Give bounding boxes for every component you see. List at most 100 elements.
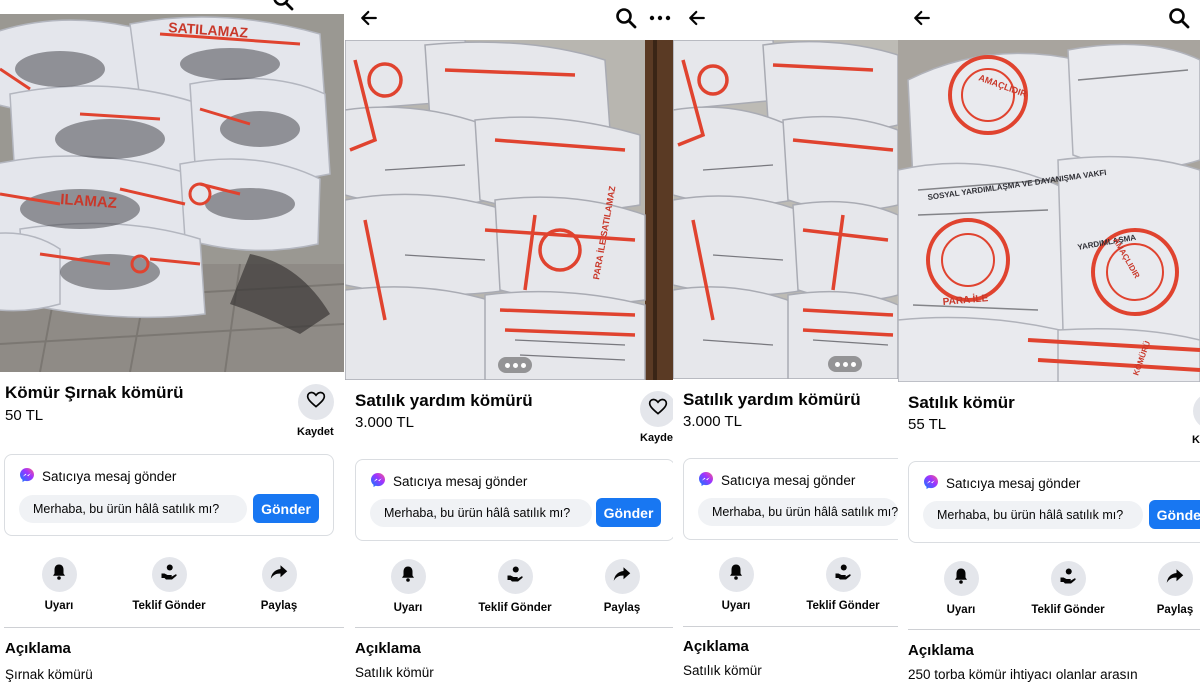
messenger-icon [370, 472, 386, 491]
action-label: Teklif Gönder [1031, 604, 1105, 616]
share-arrow-icon [613, 565, 631, 588]
divider [4, 627, 344, 628]
share-action[interactable]: Paylaş [1120, 561, 1200, 616]
arrow-left-icon[interactable] [358, 7, 380, 29]
description-heading: Açıklama [683, 638, 749, 655]
divider [355, 627, 673, 628]
share-arrow-icon [1166, 567, 1184, 590]
action-label: Teklif Gönder [478, 602, 552, 614]
message-header-text: Satıcıya mesaj gönder [393, 474, 528, 489]
description-text: Şırnak kömürü [5, 667, 93, 682]
listing-price: 3.000 TL [683, 413, 742, 430]
action-circle [151, 557, 187, 592]
action-label: Uyarı [393, 602, 423, 614]
action-circle [261, 557, 297, 592]
messenger-icon [698, 471, 714, 490]
save-button[interactable] [298, 384, 334, 420]
action-circle [943, 561, 979, 596]
listing-photo[interactable]: PARA İLE SATILAMAZ [345, 40, 673, 380]
listing-price: 55 TL [908, 416, 947, 433]
alert-action[interactable]: Uyarı [906, 561, 1016, 616]
hand-offer-icon [160, 563, 178, 586]
offer-action[interactable]: Teklif Gönder [460, 559, 570, 614]
alert-action[interactable]: Uyarı [353, 559, 463, 614]
action-label: Paylaş [603, 602, 641, 614]
search-icon[interactable] [1168, 7, 1190, 29]
search-icon[interactable] [615, 7, 637, 29]
action-circle [1050, 561, 1086, 596]
description-heading: Açıklama [5, 640, 71, 657]
description-text: 250 torba kömür ihtiyacı olanlar arasın [908, 667, 1138, 682]
action-label: Paylaş [260, 600, 298, 612]
bell-icon [399, 565, 417, 588]
message-header-text: Satıcıya mesaj gönder [946, 476, 1081, 491]
action-circle [604, 559, 640, 594]
listing-photo[interactable] [673, 40, 898, 379]
action-label: Teklif Gönder [806, 600, 880, 612]
more-dots-icon[interactable] [649, 7, 671, 29]
action-circle [390, 559, 426, 594]
message-header-text: Satıcıya mesaj gönder [721, 473, 856, 488]
listing-photo[interactable]: SATILAMAZ ILAMAZ [0, 14, 344, 372]
share-action[interactable]: Paylaş [224, 557, 334, 612]
listing-price: 3.000 TL [355, 414, 414, 431]
message-header: Satıcıya mesaj gönder [698, 471, 855, 490]
listing-screen-4: SOSYAL YARDIMLAŞMA VE DAYANIŞMA VAKFI AM… [898, 0, 1200, 700]
listing-photo[interactable]: SOSYAL YARDIMLAŞMA VE DAYANIŞMA VAKFI AM… [898, 40, 1200, 382]
hand-offer-icon [834, 563, 852, 586]
share-action[interactable]: Paylaş [567, 559, 673, 614]
message-header: Satıcıya mesaj gönder [370, 472, 527, 491]
description-text: Satılık kömür [683, 663, 762, 678]
heart-icon [306, 390, 326, 415]
message-box: Satıcıya mesaj gönder Merhaba, bu ürün h… [908, 461, 1200, 543]
alert-action[interactable]: Uyarı [4, 557, 114, 612]
message-input[interactable]: Merhaba, bu ürün hâlâ satılık mı? [370, 499, 592, 527]
send-button[interactable]: Gönder [253, 494, 319, 523]
message-input[interactable]: Merhaba, bu ürün hâlâ satılık mı? [19, 495, 247, 523]
top-bar [0, 0, 344, 14]
message-input[interactable]: Merhaba, bu ürün hâlâ satılık mı? [698, 498, 898, 526]
save-label: Kaydet [297, 426, 334, 438]
action-circle [41, 557, 77, 592]
divider [908, 629, 1200, 630]
message-box: Satıcıya mesaj gönder Merhaba, bu ürün h… [4, 454, 334, 536]
action-circle [825, 557, 861, 592]
alert-action[interactable]: Uyarı [681, 557, 791, 612]
message-box: Satıcıya mesaj gönder Merhaba, bu ürün h… [683, 458, 898, 540]
action-label: Paylaş [1156, 604, 1194, 616]
offer-action[interactable]: Teklif Gönder [1013, 561, 1123, 616]
search-icon[interactable] [272, 0, 294, 11]
save-button[interactable] [640, 391, 673, 427]
messenger-icon [923, 474, 939, 493]
share-arrow-icon [270, 563, 288, 586]
hand-offer-icon [1059, 567, 1077, 590]
listing-screen-2: PARA İLE SATILAMAZ Satılık yardım kömürü… [345, 0, 673, 700]
action-label: Uyarı [946, 604, 976, 616]
save-button[interactable] [1193, 393, 1200, 429]
top-bar [345, 0, 673, 40]
photo-pager-dots [828, 356, 862, 372]
description-heading: Açıklama [355, 640, 421, 657]
message-input[interactable]: Merhaba, bu ürün hâlâ satılık mı? [923, 501, 1143, 529]
listing-title: Satılık yardım kömürü [683, 390, 861, 409]
photo-pager-dots [498, 357, 532, 373]
top-bar [673, 0, 898, 40]
offer-action[interactable]: Teklif Gönder [788, 557, 898, 612]
send-button[interactable]: Gönder [1149, 500, 1200, 529]
action-label: Uyarı [721, 600, 751, 612]
bell-icon [50, 563, 68, 586]
message-header-text: Satıcıya mesaj gönder [42, 469, 177, 484]
arrow-left-icon[interactable] [686, 7, 708, 29]
save-label: Kaydet [640, 432, 673, 444]
offer-action[interactable]: Teklif Gönder [114, 557, 224, 612]
action-circle [497, 559, 533, 594]
action-circle [1157, 561, 1193, 596]
arrow-left-icon[interactable] [911, 7, 933, 29]
message-header: Satıcıya mesaj gönder [19, 467, 176, 486]
description-text: Satılık kömür [355, 665, 434, 680]
heart-icon [648, 397, 668, 422]
action-label: Teklif Gönder [132, 600, 206, 612]
save-label: K [1192, 434, 1200, 446]
top-bar [898, 0, 1200, 40]
send-button[interactable]: Gönder [596, 498, 661, 527]
